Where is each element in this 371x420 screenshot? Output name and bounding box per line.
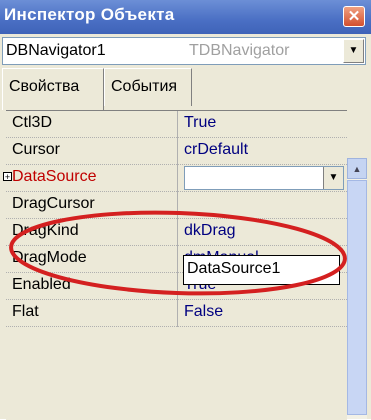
property-name: DataSource [12, 168, 97, 185]
property-value[interactable]: True [184, 114, 216, 132]
column-divider [177, 273, 178, 300]
tab-properties-label: Свойства [9, 78, 80, 95]
datasource-dropdown-list: DataSource1 [183, 255, 340, 285]
property-value[interactable]: crDefault [184, 141, 248, 159]
property-row[interactable]: DragCursor [6, 192, 347, 219]
property-row[interactable]: Ctl3D True [6, 111, 347, 138]
scroll-thumb[interactable] [347, 180, 367, 415]
tab-bar: Свойства События [0, 68, 371, 110]
property-name: Enabled [12, 276, 71, 293]
column-divider [177, 219, 178, 246]
datasource-value-editor[interactable]: ▼ [184, 166, 344, 190]
window-title: Инспектор Объекта [4, 5, 175, 24]
title-bar: Инспектор Объекта ✕ [0, 0, 371, 34]
tab-events-label: События [111, 78, 178, 95]
column-divider [177, 111, 178, 138]
property-name: Ctl3D [12, 114, 53, 131]
property-name: DragCursor [12, 195, 95, 212]
column-divider [177, 246, 178, 273]
scroll-up-icon[interactable]: ▲ [347, 158, 367, 179]
column-divider [177, 300, 178, 327]
tab-events[interactable]: События [104, 68, 192, 106]
object-inspector-window: Инспектор Объекта ✕ DBNavigator1 TDBNavi… [0, 0, 371, 420]
property-name: Flat [12, 303, 39, 320]
dropdown-option[interactable]: DataSource1 [187, 260, 280, 277]
property-name: Cursor [12, 141, 61, 158]
property-row-datasource[interactable]: + DataSource ▼ [3, 165, 347, 192]
chevron-down-icon[interactable]: ▼ [343, 39, 364, 63]
object-selector[interactable]: DBNavigator1 TDBNavigator ▼ [2, 37, 366, 65]
object-name: DBNavigator1 [6, 42, 106, 59]
column-divider [177, 192, 178, 219]
property-value[interactable]: dkDrag [184, 222, 236, 240]
chevron-down-icon[interactable]: ▼ [323, 167, 343, 189]
property-row[interactable]: Flat False [6, 300, 347, 327]
column-divider [177, 165, 178, 192]
expand-icon[interactable]: + [3, 172, 12, 182]
vertical-scrollbar[interactable]: ▲ [347, 158, 367, 419]
tab-properties[interactable]: Свойства [2, 68, 104, 110]
property-name: DragMode [12, 249, 87, 266]
property-name: DragKind [12, 222, 79, 239]
close-icon[interactable]: ✕ [343, 6, 365, 27]
property-value[interactable]: False [184, 303, 223, 321]
column-divider [177, 138, 178, 165]
property-row[interactable]: Cursor crDefault [6, 138, 347, 165]
object-type: TDBNavigator [189, 42, 290, 59]
property-row[interactable]: DragKind dkDrag [6, 219, 347, 246]
